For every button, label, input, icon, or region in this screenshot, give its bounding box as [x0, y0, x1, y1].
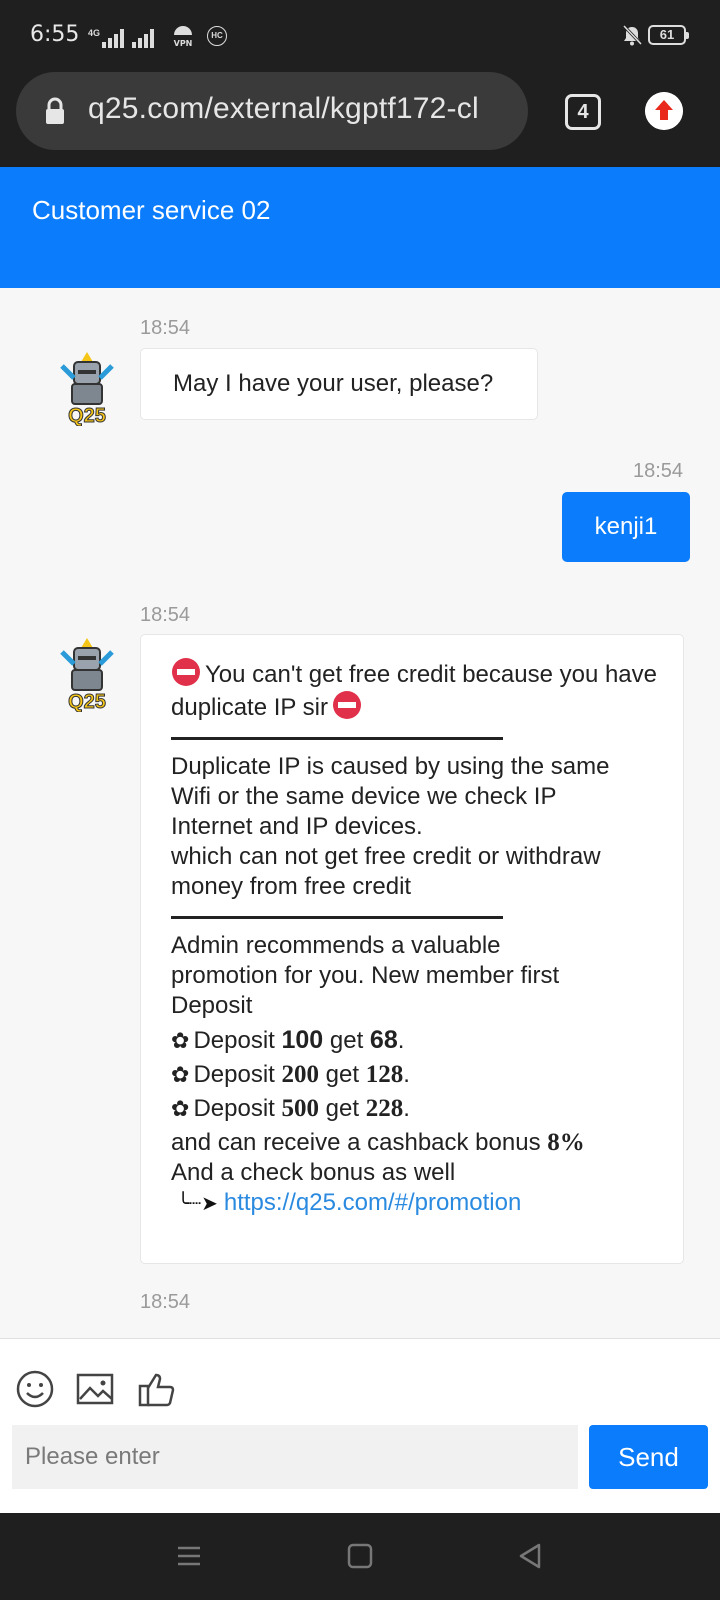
promotion-link[interactable]: https://q25.com/#/promotion — [224, 1189, 522, 1216]
flower-icon: ✿ — [171, 1028, 190, 1053]
promo-label: Deposit — [193, 1095, 275, 1122]
explanation-line: Duplicate IP is caused by using the same — [171, 753, 610, 780]
promo-item: ✿ Deposit 100 get 68. — [171, 1026, 405, 1054]
notifications-off-icon — [622, 24, 643, 46]
chat-header: Customer service 02 — [0, 167, 720, 288]
promo-bonus: 128 — [365, 1061, 404, 1088]
signal-icon: 4G — [88, 28, 125, 48]
address-bar[interactable]: q25.com/external/kgptf172-cl — [16, 72, 528, 150]
update-icon[interactable] — [645, 92, 683, 130]
promotion-intro: Deposit — [171, 992, 253, 1019]
divider — [171, 737, 503, 740]
menu-icon[interactable] — [174, 1541, 204, 1571]
svg-text:Q25: Q25 — [68, 405, 106, 426]
promo-bonus: 228 — [365, 1095, 404, 1122]
flower-icon: ✿ — [171, 1096, 190, 1121]
no-entry-icon — [332, 691, 361, 719]
tab-switcher-button[interactable]: 4 — [565, 94, 601, 130]
cashback-line: and can receive a cashback bonus 8% — [171, 1128, 657, 1158]
promo-amount: 200 — [281, 1061, 319, 1088]
explanation-line: Internet and IP devices. — [171, 813, 423, 840]
notice-text: You can't get free credit because you ha… — [171, 661, 658, 721]
flower-icon: ✿ — [171, 1062, 190, 1087]
promo-label: Deposit — [193, 1061, 275, 1088]
user-message-bubble[interactable]: kenji1 — [562, 492, 690, 562]
battery-icon: 61 — [648, 25, 689, 45]
promotion-intro: Admin recommends a valuable — [171, 932, 501, 959]
cashback-text: and can receive a cashback bonus — [171, 1129, 541, 1156]
agent-message-bubble[interactable]: May I have your user, please? — [140, 348, 538, 420]
message-time: 18:54 — [633, 460, 684, 482]
network-type: 4G — [88, 28, 101, 38]
message-time: 18:54 — [140, 317, 191, 339]
promo-item: ✿ Deposit 500 get 228. — [171, 1095, 410, 1122]
thumbs-up-icon[interactable] — [137, 1369, 177, 1409]
message-input[interactable] — [12, 1425, 578, 1489]
message-time: 18:54 — [140, 604, 191, 626]
promo-amount: 100 — [281, 1026, 324, 1054]
promo-label: Deposit — [193, 1027, 275, 1054]
chat-area[interactable]: 18:54 Q25 May I have your user, please? … — [0, 288, 720, 1338]
promo-bonus: 68 — [369, 1026, 398, 1054]
promotion-intro: promotion for you. New member first — [171, 962, 560, 989]
agent-avatar: Q25 — [60, 352, 114, 426]
signal-icons: 4G — [88, 24, 155, 48]
agent-avatar: Q25 — [60, 638, 114, 712]
no-entry-icon — [172, 658, 200, 686]
image-icon[interactable] — [75, 1369, 115, 1409]
arrow-icon: ╰┈➤ — [177, 1193, 218, 1215]
promo-get: get — [325, 1095, 360, 1122]
home-icon[interactable] — [345, 1541, 375, 1571]
divider — [171, 916, 503, 919]
status-time: 6:55 — [30, 22, 80, 47]
emoji-icon[interactable] — [15, 1369, 55, 1409]
duplicate-ip-notice: You can't get free credit because you ha… — [171, 657, 657, 723]
promo-amount: 500 — [281, 1095, 319, 1122]
cashback-value: 8% — [547, 1129, 585, 1156]
hc-icon: HC — [207, 26, 227, 46]
back-icon[interactable] — [515, 1541, 545, 1571]
signal-icon-2 — [132, 28, 155, 48]
promo-get: get — [325, 1061, 360, 1088]
svg-text:Q25: Q25 — [68, 691, 106, 712]
message-time: 18:54 — [140, 1291, 191, 1313]
page-title: Customer service 02 — [32, 195, 271, 225]
message-composer: Send — [0, 1338, 720, 1513]
explanation-line: Wifi or the same device we check IP — [171, 783, 557, 810]
promo-item: ✿ Deposit 200 get 128. — [171, 1061, 410, 1088]
svg-text:VPN: VPN — [174, 39, 193, 48]
agent-message-bubble[interactable]: You can't get free credit because you ha… — [140, 634, 684, 1264]
url-text: q25.com/external/kgptf172-cl — [88, 92, 479, 125]
explanation-line: which can not get free credit or withdra… — [171, 843, 601, 870]
system-navigation-bar — [0, 1513, 720, 1600]
promotion-link-line: ╰┈➤ https://q25.com/#/promotion — [171, 1188, 657, 1219]
explanation-line: money from free credit — [171, 873, 412, 900]
vpn-icon: VPN — [174, 26, 193, 48]
browser-toolbar: q25.com/external/kgptf172-cl 4 — [0, 70, 720, 167]
check-bonus-line: And a check bonus as well — [171, 1159, 456, 1186]
message-body: You can't get free credit because you ha… — [141, 635, 683, 1237]
promo-get: get — [329, 1027, 364, 1054]
status-bar: 6:55 4G VPN HC 61 — [0, 0, 720, 70]
message-text: May I have your user, please? — [173, 370, 494, 397]
lock-icon — [46, 97, 64, 124]
send-button[interactable]: Send — [589, 1425, 708, 1489]
